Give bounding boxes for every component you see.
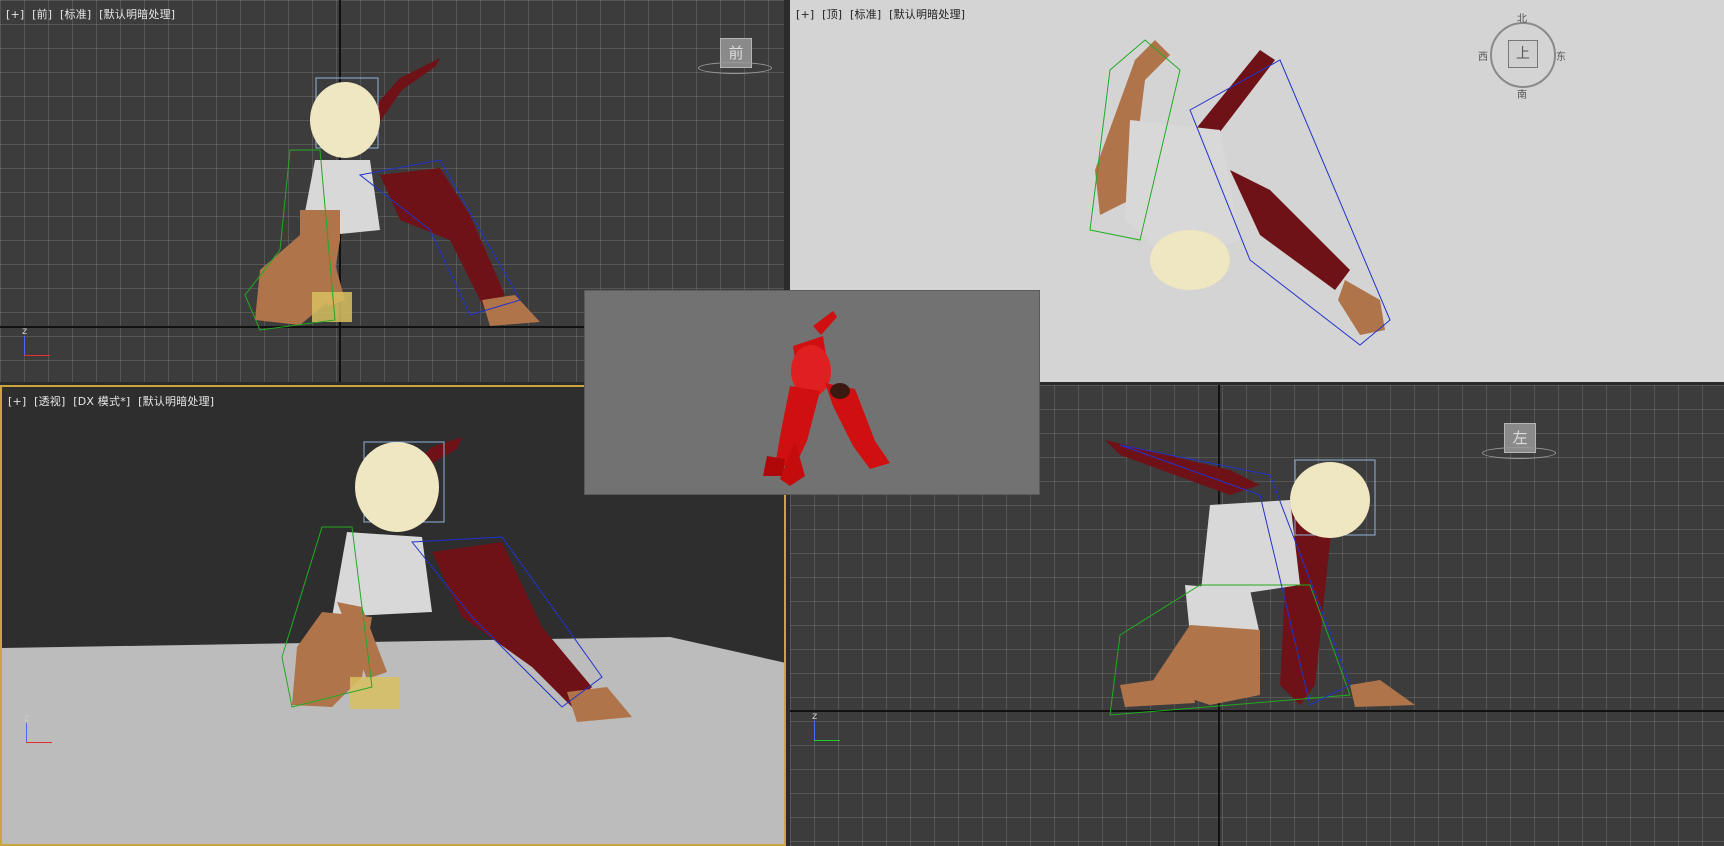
- axis-z-label: z: [22, 326, 28, 337]
- axis-gizmo: z: [24, 713, 56, 747]
- red-mannequin-figure: [763, 311, 890, 486]
- axis-z-label: z: [812, 711, 818, 722]
- axis-gizmo: z: [22, 326, 54, 360]
- floating-preview-panel[interactable]: [584, 290, 1040, 495]
- axis-gizmo: z: [812, 711, 844, 745]
- axis-z-label: z: [24, 713, 30, 724]
